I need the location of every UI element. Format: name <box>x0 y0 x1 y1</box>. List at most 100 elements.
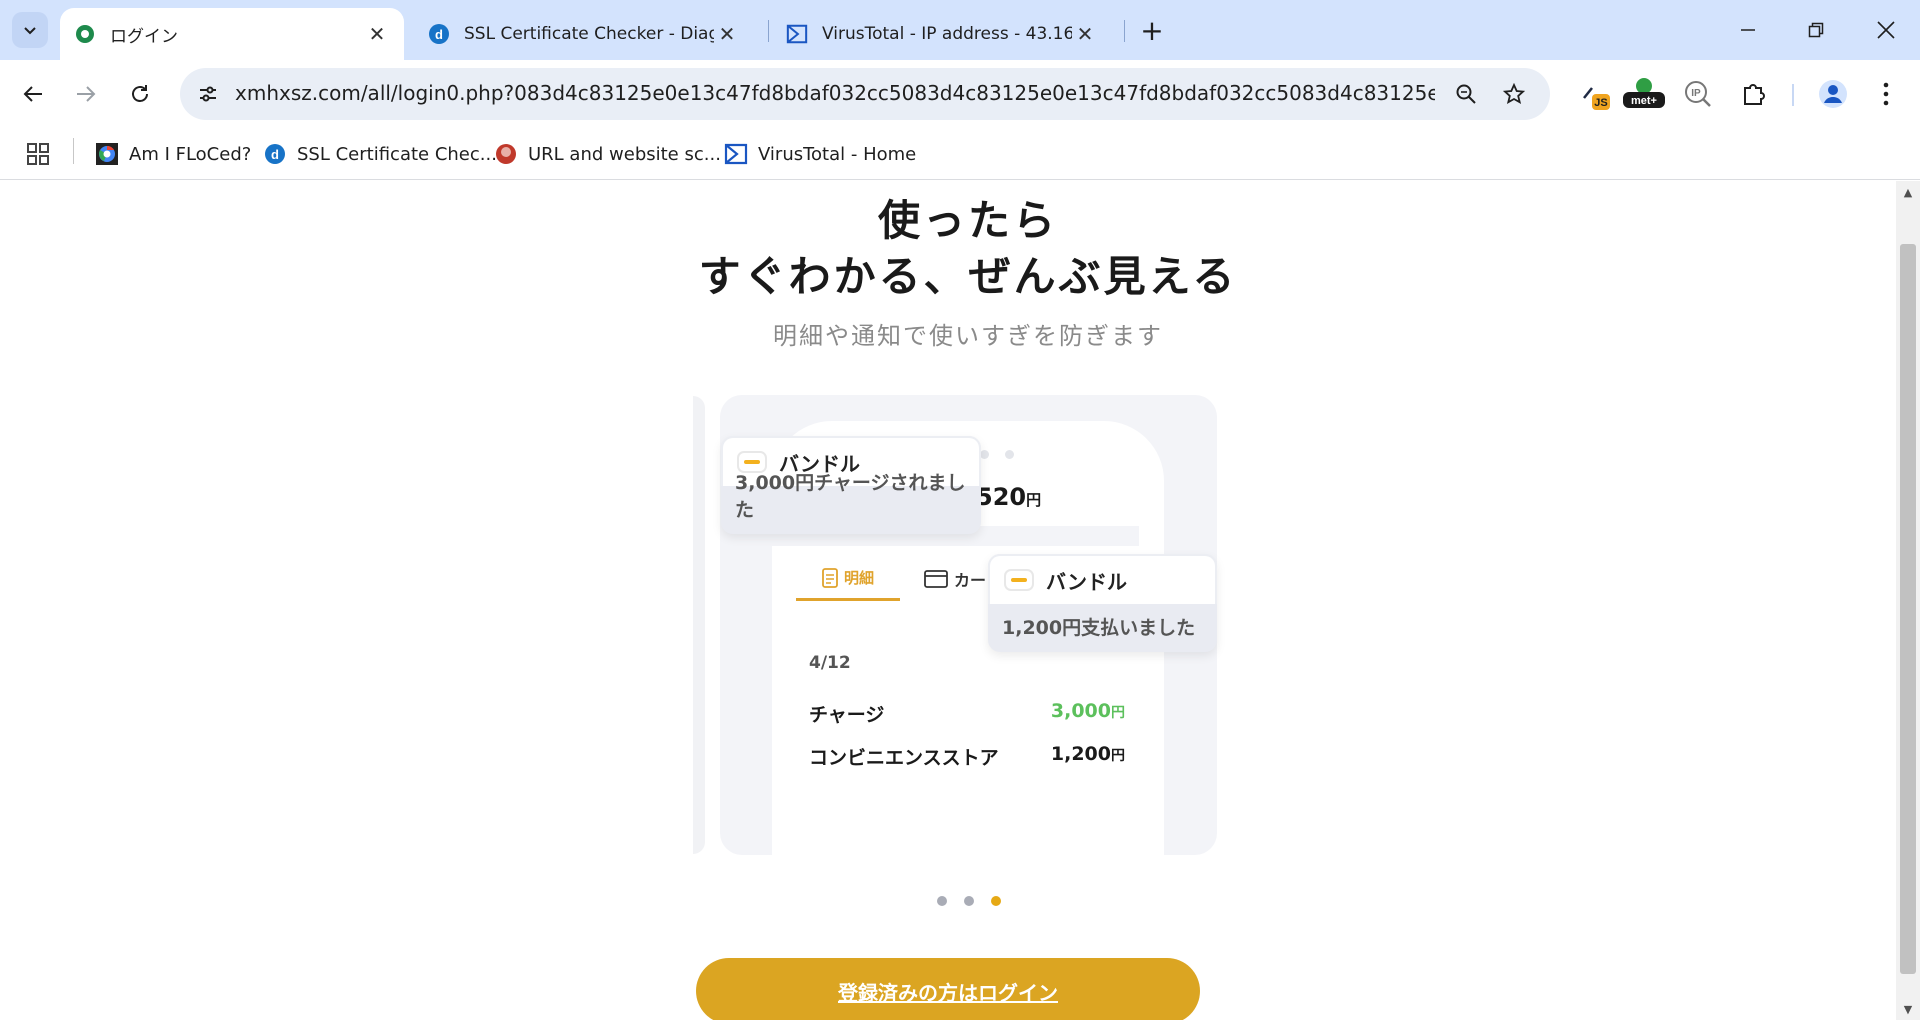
apps-grid-icon[interactable] <box>26 140 50 168</box>
new-tab-button[interactable]: + <box>1136 14 1168 47</box>
address-bar[interactable]: xmhxsz.com/all/login0.php?083d4c83125e0e… <box>180 68 1550 120</box>
close-tab-icon[interactable]: ✕ <box>364 21 390 47</box>
svg-text:d: d <box>271 147 279 162</box>
notification-header: バンドル <box>988 554 1217 604</box>
carousel-dot[interactable] <box>937 896 947 906</box>
reload-icon <box>132 85 148 102</box>
virustotal-favicon-icon <box>786 23 808 45</box>
yen-unit: 円 <box>1111 705 1125 721</box>
close-tab-icon[interactable]: ✕ <box>714 21 740 47</box>
svg-text:d: d <box>435 27 443 42</box>
url-text[interactable]: xmhxsz.com/all/login0.php?083d4c83125e0e… <box>235 81 1435 105</box>
bookmarks-bar: Am I FLoCed? d SSL Certificate Chec... U… <box>0 128 1920 180</box>
transaction-date: 4/12 <box>809 653 851 673</box>
zoom-icon[interactable] <box>1452 80 1480 108</box>
js-badge-label: JS <box>1594 97 1607 109</box>
metamask-badge-label: met+ <box>1631 95 1657 107</box>
close-window-button[interactable] <box>1858 8 1914 52</box>
notification-card: バンドル 1,200円支払いました <box>988 554 1217 652</box>
carousel-dot[interactable] <box>964 896 974 906</box>
scroll-down-arrow-icon[interactable]: ▼ <box>1896 1000 1920 1018</box>
virustotal-favicon-icon <box>724 142 748 166</box>
ip-extension-icon[interactable]: IP <box>1678 74 1718 114</box>
tab-virustotal[interactable]: VirusTotal - IP address - 43.163. ✕ <box>772 8 1112 60</box>
transaction-amount: 3,000円 <box>1010 700 1125 722</box>
bookmark-label: VirusTotal - Home <box>758 143 917 165</box>
site-settings-icon[interactable] <box>194 80 222 108</box>
tab-title: ログイン <box>110 26 178 47</box>
digicert-favicon-icon: d <box>428 23 450 45</box>
scroll-up-arrow-icon[interactable]: ▲ <box>1896 183 1920 201</box>
notification-message: 1,200円支払いました <box>1002 617 1196 639</box>
carousel-indicator <box>937 896 1001 906</box>
subheadline: 明細や通知で使いすぎを防ぎます <box>773 322 1163 350</box>
headline-line-1: 使ったら <box>877 196 1058 245</box>
amount-value: 1,200 <box>1050 743 1111 765</box>
bandle-logo-icon <box>1004 569 1034 591</box>
close-icon <box>1877 21 1895 39</box>
reload-button[interactable] <box>120 74 160 114</box>
tab-title: VirusTotal - IP address - 43.163. <box>822 24 1072 44</box>
phone-tab-label: 明細 <box>843 569 874 587</box>
forward-button[interactable] <box>66 74 106 114</box>
yen-unit: 円 <box>1111 748 1125 764</box>
extensions-puzzle-icon[interactable] <box>1734 74 1774 114</box>
phone-tab-statement: 明細 <box>796 557 900 601</box>
bookmark-star-icon[interactable] <box>1500 80 1528 108</box>
scrollbar-thumb[interactable] <box>1900 244 1916 974</box>
profile-avatar-icon[interactable] <box>1813 74 1853 114</box>
login-button[interactable]: 登録済みの方はログイン <box>696 958 1200 1020</box>
tab-title: SSL Certificate Checker - Diagno <box>464 24 714 44</box>
tab-separator <box>768 20 769 42</box>
notification-brand: バンドル <box>1046 569 1127 594</box>
tab-strip: ログイン ✕ d SSL Certificate Checker - Diagn… <box>0 0 1920 60</box>
metamask-extension-icon[interactable]: met+ <box>1622 74 1666 114</box>
page-scrollbar[interactable]: ▲ ▼ <box>1896 181 1920 1020</box>
balance-amount: 520 <box>976 483 1027 511</box>
bookmark-url-scanner[interactable]: URL and website sc... <box>494 140 721 168</box>
phone-dot <box>980 450 989 459</box>
bookmark-label: SSL Certificate Chec... <box>297 143 497 165</box>
js-extension-icon[interactable]: JS <box>1576 74 1616 114</box>
ip-badge-label: IP <box>1691 88 1701 99</box>
restore-button[interactable] <box>1788 8 1844 52</box>
amount-value: 3,000 <box>1050 700 1111 722</box>
digicert-favicon-icon: d <box>263 142 287 166</box>
urlscan-favicon-icon <box>494 142 518 166</box>
browser-toolbar: xmhxsz.com/all/login0.php?083d4c83125e0e… <box>0 60 1920 128</box>
page-content: 使ったら すぐわかる、ぜんぶ見える 明細や通知で使いすぎを防ぎます 520円 明… <box>0 181 1896 1020</box>
notification-card: バンドル 3,000円チャージされました <box>721 436 981 534</box>
login-favicon-icon <box>74 23 96 45</box>
carousel-previous-slide <box>693 396 705 854</box>
tab-login[interactable]: ログイン ✕ <box>60 8 404 60</box>
chrome-favicon-icon <box>95 142 119 166</box>
bookmark-am-i-floced[interactable]: Am I FLoCed? <box>95 140 251 168</box>
transaction-amount: 1,200円 <box>1010 743 1125 765</box>
toolbar-separator <box>1792 84 1794 106</box>
phone-balance: 520円 <box>976 483 1041 511</box>
tab-search-button[interactable] <box>12 12 48 48</box>
document-icon <box>822 567 838 588</box>
more-vert-icon[interactable] <box>1866 74 1906 114</box>
back-button[interactable] <box>13 74 53 114</box>
bookmark-ssl-checker[interactable]: d SSL Certificate Chec... <box>263 140 497 168</box>
bookmark-label: URL and website sc... <box>528 143 721 165</box>
card-icon <box>924 570 948 588</box>
phone-dot <box>1005 450 1014 459</box>
arrow-forward-icon <box>77 86 96 102</box>
carousel-dot-active[interactable] <box>991 896 1001 906</box>
bookmark-virustotal-home[interactable]: VirusTotal - Home <box>724 140 916 168</box>
yen-unit: 円 <box>1026 491 1042 509</box>
close-tab-icon[interactable]: ✕ <box>1072 21 1098 47</box>
tab-separator <box>1124 20 1125 42</box>
bookmarks-separator <box>73 138 74 164</box>
tab-ssl-checker[interactable]: d SSL Certificate Checker - Diagno ✕ <box>414 8 754 60</box>
headline-line-2: すぐわかる、ぜんぶ見える <box>698 252 1238 301</box>
transaction-label: チャージ <box>809 704 885 726</box>
bookmark-label: Am I FLoCed? <box>129 143 252 165</box>
minimize-icon <box>1741 29 1755 31</box>
chevron-down-icon <box>24 27 36 35</box>
restore-icon <box>1808 22 1824 38</box>
minimize-button[interactable] <box>1720 8 1776 52</box>
notification-message: 3,000円チャージされました <box>735 472 966 521</box>
